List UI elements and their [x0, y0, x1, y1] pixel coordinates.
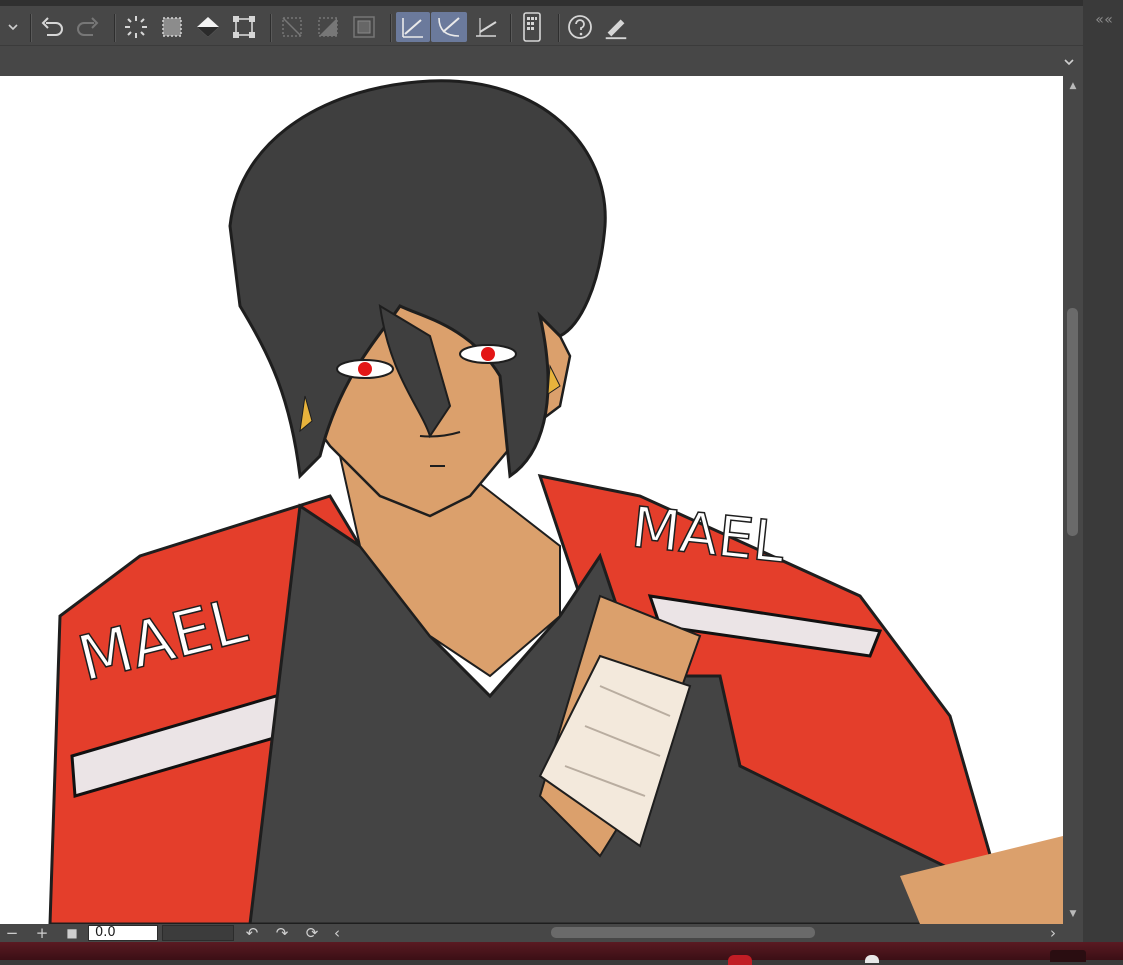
- toolbar-divider: [390, 14, 392, 42]
- artwork-illustration: MAEL MAEL: [48, 79, 1063, 924]
- command-bar: [0, 0, 1083, 45]
- os-taskbar: [0, 942, 1123, 965]
- toolbar-divider: [270, 14, 272, 42]
- zoom-in-button[interactable]: +: [32, 924, 52, 942]
- fit-to-screen-button[interactable]: ■: [62, 924, 82, 942]
- tool-property-bar: [0, 45, 1083, 76]
- toolbar-divider: [114, 14, 116, 42]
- collapse-glyph: « «: [1095, 12, 1113, 28]
- taskbar-app-icon[interactable]: [865, 955, 879, 963]
- special-ruler-snap-icon[interactable]: [431, 12, 467, 42]
- mask-outside-icon[interactable]: [314, 12, 342, 42]
- toolbar-divider: [30, 14, 32, 42]
- redo-icon[interactable]: [74, 12, 102, 42]
- help-icon[interactable]: [566, 12, 594, 42]
- drawing-canvas[interactable]: MAEL MAEL: [0, 76, 1063, 924]
- zoom-out-button[interactable]: −: [2, 924, 22, 942]
- side-panel-area: [1083, 45, 1123, 940]
- toolbar-divider: [510, 14, 512, 42]
- companion-mode-icon[interactable]: [518, 12, 546, 42]
- crop-outside-icon[interactable]: [278, 12, 306, 42]
- clear-selection-icon[interactable]: [122, 12, 150, 42]
- undo-icon[interactable]: [38, 12, 66, 42]
- taskbar-tab[interactable]: [1050, 950, 1086, 962]
- subbar-chevron-icon[interactable]: [1063, 53, 1075, 72]
- invert-selection-icon[interactable]: [158, 12, 186, 42]
- panel-collapse-icon[interactable]: « «: [1083, 0, 1123, 45]
- taskbar-app-icon[interactable]: [728, 955, 752, 965]
- scroll-right-arrow-icon[interactable]: ›: [1044, 924, 1062, 942]
- ruler-snap-icon[interactable]: [396, 12, 430, 42]
- fill-icon[interactable]: [194, 12, 222, 42]
- grid-snap-icon[interactable]: [472, 12, 500, 42]
- scroll-left-arrow-icon[interactable]: ‹: [328, 924, 346, 942]
- toolbar-divider: [558, 14, 560, 42]
- vertical-scroll-thumb[interactable]: [1067, 308, 1078, 536]
- vertical-scrollbar[interactable]: ▲ ▼: [1063, 76, 1083, 924]
- rotation-angle-field[interactable]: 0.0: [88, 925, 158, 941]
- horizontal-scroll-thumb[interactable]: [551, 927, 815, 938]
- rotate-right-button[interactable]: ↷: [272, 924, 292, 942]
- reset-rotation-button[interactable]: ⟳: [302, 924, 322, 942]
- scroll-down-arrow-icon[interactable]: ▼: [1067, 908, 1079, 920]
- expand-selection-icon[interactable]: [350, 12, 378, 42]
- rotate-left-button[interactable]: ↶: [242, 924, 262, 942]
- rotation-slider[interactable]: [162, 925, 234, 941]
- scroll-up-arrow-icon[interactable]: ▲: [1067, 80, 1079, 92]
- transform-icon[interactable]: [230, 12, 258, 42]
- dropdown-chevron-icon[interactable]: [2, 12, 24, 42]
- pen-settings-icon[interactable]: [602, 12, 630, 42]
- navigator-bar: − + ■ 0.0 ↶ ↷ ⟳ ‹ ›: [0, 924, 1083, 942]
